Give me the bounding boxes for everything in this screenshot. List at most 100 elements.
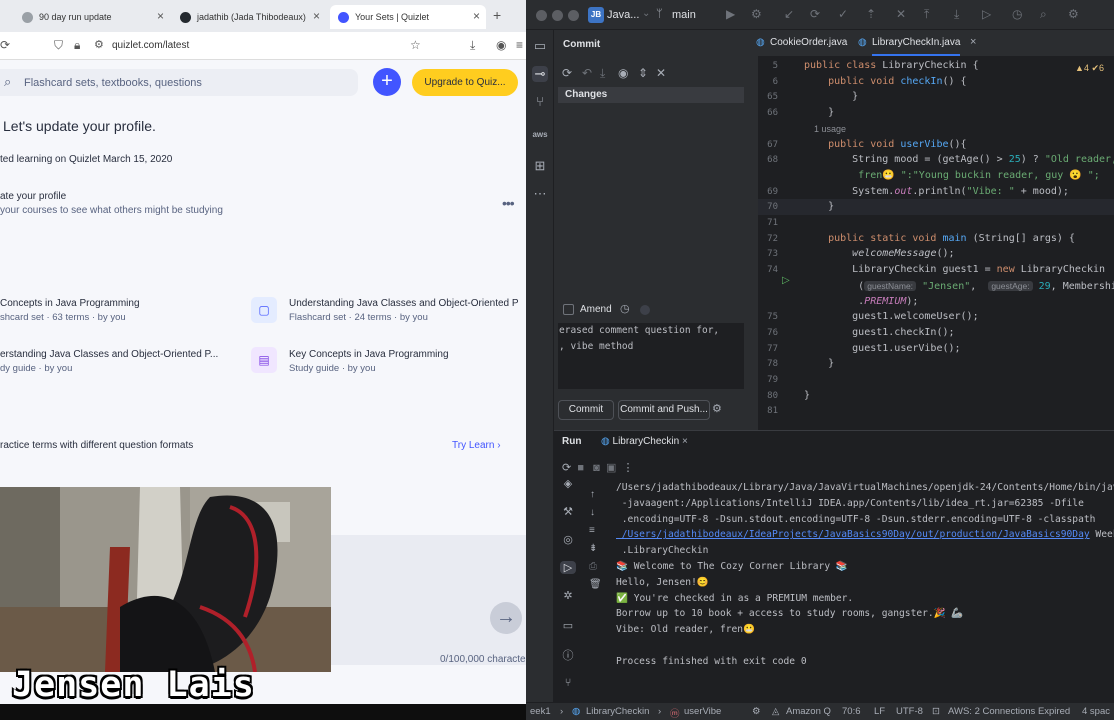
git-icon[interactable]: ⑂ <box>532 94 548 109</box>
tab-library-checkin[interactable]: LibraryCheckIn.java <box>872 37 961 56</box>
search-icon[interactable]: ⌕ <box>1040 7 1047 22</box>
upgrade-button[interactable]: Upgrade to Quiz... <box>412 69 518 96</box>
line-code[interactable]: } <box>804 199 834 215</box>
project-switcher[interactable]: Java... <box>607 9 639 21</box>
scroll-down-icon[interactable]: ↓ <box>590 507 595 518</box>
code-line[interactable]: 66 } <box>758 105 1114 121</box>
line-code[interactable]: .PREMIUM); <box>804 294 918 310</box>
line-number[interactable]: 73 <box>758 246 778 262</box>
code-line[interactable]: 5 public class LibraryCheckin { <box>758 58 1114 74</box>
line-number[interactable]: 69 <box>758 184 778 200</box>
scroll-end-icon[interactable]: ⇟ <box>589 543 597 554</box>
line-code[interactable]: } <box>804 89 858 105</box>
close-window-icon[interactable] <box>536 10 547 21</box>
code-line[interactable]: fren😬 ":"Young buckin reader, guy 😮 "; <box>758 168 1114 184</box>
line-number[interactable]: 6 <box>758 74 778 90</box>
rollback-icon[interactable]: ↶ <box>582 66 592 80</box>
git-icon[interactable]: ⑂ <box>560 677 576 689</box>
stop-icon[interactable]: ■ <box>577 462 584 474</box>
line-code[interactable]: public void checkIn() { <box>804 74 967 90</box>
code-line[interactable]: 79 <box>758 372 1114 388</box>
line-code[interactable]: (guestName: "Jensen", guestAge: 29, Memb… <box>804 278 1114 295</box>
clock-icon[interactable]: ◷ <box>620 302 630 315</box>
run-tool-icon[interactable]: ▷ <box>560 561 576 574</box>
close-tab-icon[interactable]: × <box>682 436 688 447</box>
stop-icon[interactable]: ✕ <box>896 7 906 21</box>
commit-message-input[interactable]: erased comment question for, , vibe meth… <box>558 323 744 389</box>
line-code[interactable]: welcomeMessage(); <box>804 246 954 262</box>
card-title[interactable]: Key Concepts in Java Programming <box>289 349 449 360</box>
lock-icon[interactable]: ⊡ <box>932 706 940 717</box>
commit-button[interactable]: Commit <box>558 400 614 420</box>
status-method[interactable]: userVibe <box>684 706 721 717</box>
code-line[interactable]: 70 } <box>758 199 1114 216</box>
line-code[interactable]: 1 usage <box>804 121 846 138</box>
code-line[interactable]: .PREMIUM); <box>758 294 1114 310</box>
line-code[interactable]: guest1.welcomeUser(); <box>804 309 978 325</box>
line-code[interactable]: guest1.checkIn(); <box>804 325 954 341</box>
close-tab-icon[interactable]: × <box>157 9 164 23</box>
status-aws[interactable]: AWS: 2 Connections Expired <box>948 706 1070 717</box>
screenshot-icon[interactable]: ▣ <box>606 462 616 474</box>
code-line[interactable]: 76 guest1.checkIn(); <box>758 325 1114 341</box>
menu-icon[interactable]: ≡ <box>516 38 523 52</box>
debug-icon[interactable]: ⚙ <box>751 7 762 21</box>
text-input-panel[interactable] <box>330 535 526 665</box>
refresh-icon[interactable]: ⟳ <box>562 66 572 80</box>
line-number[interactable]: 74 <box>758 262 778 278</box>
line-number[interactable]: 65 <box>758 89 778 105</box>
line-number[interactable]: 66 <box>758 105 778 121</box>
refresh-icon[interactable]: ⟳ <box>810 7 820 21</box>
tab-quizlet[interactable]: Your Sets | Quizlet × <box>330 5 486 29</box>
code-lines[interactable]: 5 public class LibraryCheckin {6 public v… <box>758 57 1114 430</box>
line-number[interactable]: 81 <box>758 403 778 419</box>
line-code[interactable]: } <box>804 356 834 372</box>
line-code[interactable]: } <box>804 388 810 404</box>
code-line[interactable]: 68 String mood = (getAge() > 25) ? "Old … <box>758 152 1114 168</box>
tab-github[interactable]: jadathib (Jada Thibodeaux) × <box>172 5 326 29</box>
line-code[interactable]: guest1.userVibe(); <box>804 341 960 357</box>
services-icon[interactable]: ◎ <box>560 533 576 546</box>
create-button[interactable]: + <box>373 68 401 96</box>
update-profile-title[interactable]: ate your profile <box>0 191 66 202</box>
account-icon[interactable]: ◉ <box>496 38 506 52</box>
next-arrow-button[interactable]: → <box>490 602 522 634</box>
status-amazon-q[interactable]: Amazon Q <box>786 706 831 717</box>
maximize-window-icon[interactable] <box>568 10 579 21</box>
console-output[interactable]: /Users/jadathibodeaux/Library/Java/JavaV… <box>616 480 1114 670</box>
upload-icon[interactable]: ⤒ <box>924 7 929 22</box>
more-options-icon[interactable]: ••• <box>502 195 515 211</box>
line-code[interactable]: fren😬 ":"Young buckin reader, guy 😮 "; <box>804 168 1100 184</box>
address-bar[interactable]: ⟳ ⛉ 🔒︎ ⚙ quizlet.com/latest ☆ ⤓ ◉ ≡ <box>0 32 526 60</box>
line-number[interactable]: 75 <box>758 309 778 325</box>
minimize-window-icon[interactable] <box>552 10 563 21</box>
branch-switcher[interactable]: main <box>672 9 696 21</box>
line-code[interactable]: } <box>804 105 834 121</box>
download-icon[interactable]: ⤓ <box>470 38 475 53</box>
commit-and-push-button[interactable]: Commit and Push... <box>618 400 710 420</box>
code-line[interactable]: 77 guest1.userVibe(); <box>758 341 1114 357</box>
new-tab-button[interactable]: + <box>493 7 501 23</box>
code-line[interactable]: 74 LibraryCheckin guest1 = new LibraryCh… <box>758 262 1114 278</box>
code-line[interactable]: 65 } <box>758 89 1114 105</box>
classpath-link[interactable]: /Users/jadathibodeaux/IdeaProjects/JavaB… <box>616 529 1090 540</box>
tab-cookie-order[interactable]: CookieOrder.java <box>770 37 847 48</box>
status-encoding[interactable]: UTF-8 <box>896 706 923 717</box>
code-line[interactable]: 75 guest1.welcomeUser(); <box>758 309 1114 325</box>
tab-90-day-run-update[interactable]: 90 day run update × <box>14 5 170 29</box>
line-number[interactable]: 68 <box>758 152 778 168</box>
more-icon[interactable]: ⋮ <box>622 462 633 474</box>
close-tab-icon[interactable]: × <box>970 36 976 48</box>
camera-icon[interactable]: ◙ <box>593 462 600 474</box>
shield-icon[interactable]: ⛉ <box>54 38 63 53</box>
search-input[interactable]: ⌕ Flashcard sets, textbooks, questions <box>0 69 358 96</box>
line-code[interactable]: public class LibraryCheckin { <box>804 58 979 74</box>
update-project-icon[interactable]: ↙ <box>784 7 794 21</box>
ai-assist-icon[interactable] <box>640 305 650 315</box>
line-number[interactable]: 80 <box>758 388 778 404</box>
play-icon[interactable]: ▷ <box>982 7 991 21</box>
hammer-icon[interactable]: ⚒ <box>560 505 576 518</box>
print-icon[interactable]: ⎙ <box>589 561 597 572</box>
line-code[interactable]: System.out.println("Vibe: " + mood); <box>804 184 1069 200</box>
download-icon[interactable]: ⤓ <box>600 66 605 81</box>
